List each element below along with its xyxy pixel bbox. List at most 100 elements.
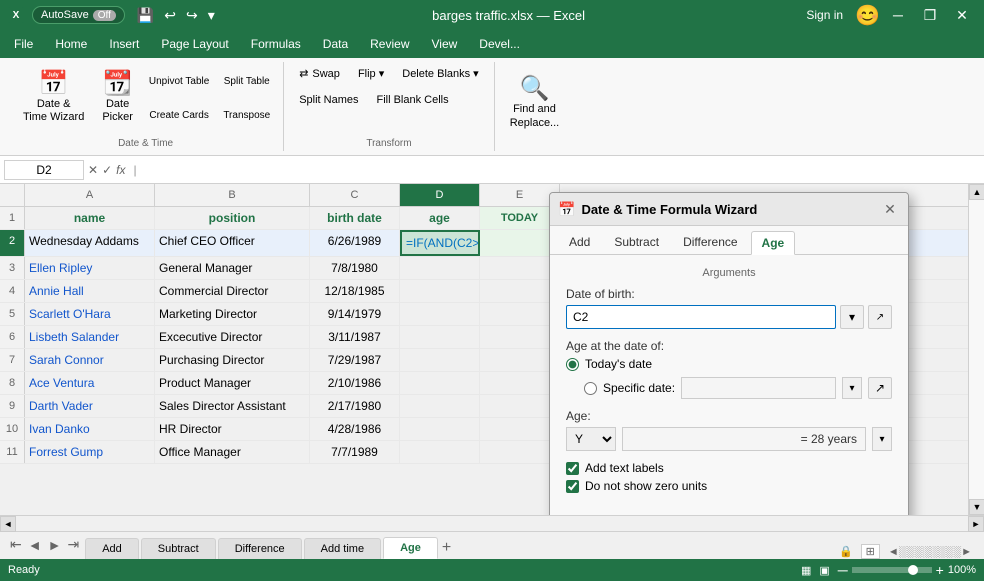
zoom-level: 100% <box>948 564 976 576</box>
flip-button[interactable]: Flip ▾ <box>351 64 391 83</box>
radio-specific-input[interactable] <box>584 382 597 395</box>
autosave-state[interactable]: Off <box>93 10 116 21</box>
split-table-button[interactable]: Split Table <box>218 65 275 97</box>
quick-access-dropdown[interactable]: ▾ <box>204 5 219 26</box>
minimize-button[interactable]: ─ <box>884 3 912 27</box>
close-window-button[interactable]: ✕ <box>948 3 976 27</box>
date-picker-button[interactable]: 📆 DatePicker <box>95 64 140 132</box>
scroll-lock-icon: 🔒 <box>839 545 853 558</box>
save-button[interactable]: 💾 <box>133 5 158 26</box>
name-box[interactable] <box>4 160 84 180</box>
excel-icon: X <box>8 7 24 23</box>
app-title: barges traffic.xlsx — Excel <box>219 8 799 23</box>
sign-in-button[interactable]: Sign in <box>798 6 851 24</box>
specific-date-picker[interactable]: ↗ <box>868 377 892 399</box>
delete-blanks-button[interactable]: Delete Blanks ▾ <box>395 64 485 83</box>
checkbox-zero-units-item[interactable]: Do not show zero units <box>566 479 892 493</box>
formula-separator: | <box>129 163 140 177</box>
scroll-lock-btn[interactable]: ⊞ <box>861 544 880 559</box>
dialog-close-button[interactable]: ✕ <box>880 199 900 219</box>
dob-dropdown-button[interactable]: ▾ <box>840 305 864 329</box>
cancel-formula-icon[interactable]: ✕ <box>88 163 98 177</box>
age-unit-row: Y M D = 28 years ▾ <box>566 427 892 451</box>
checkbox-zero-units[interactable] <box>566 480 579 493</box>
dob-input[interactable] <box>566 305 836 329</box>
swap-button[interactable]: ⇄ Swap <box>292 64 347 83</box>
menu-page-layout[interactable]: Page Layout <box>151 33 238 55</box>
create-cards-button[interactable]: Create Cards <box>144 99 214 131</box>
sheet-tab-age[interactable]: Age <box>383 537 438 559</box>
specific-date-input[interactable] <box>681 377 836 399</box>
dialog-overlay: 📅 Date & Time Formula Wizard ✕ Add Subtr… <box>0 184 984 515</box>
menu-review[interactable]: Review <box>360 33 419 55</box>
dialog-content: Arguments Date of birth: ▾ ↗ Age at the … <box>550 255 908 515</box>
tab-nav-first[interactable]: ⇤ <box>8 534 24 555</box>
menu-developer[interactable]: Devel... <box>469 33 530 55</box>
tab-nav-last[interactable]: ⇥ <box>65 534 81 555</box>
tab-nav-prev[interactable]: ◄ <box>26 535 44 555</box>
menu-file[interactable]: File <box>4 33 43 55</box>
specific-date-dropdown[interactable]: ▾ <box>842 377 862 399</box>
menu-insert[interactable]: Insert <box>99 33 149 55</box>
calendar-wizard-icon: 📅 <box>39 72 69 96</box>
sheet-tab-add-time[interactable]: Add time <box>304 538 381 559</box>
transform-row1: ⇄ Swap Flip ▾ Delete Blanks ▾ <box>292 64 486 83</box>
transpose-button[interactable]: Transpose <box>218 99 275 131</box>
horizontal-scrollbar[interactable]: ◄ ► <box>0 515 984 531</box>
radio-specific-item[interactable]: Specific date: <box>584 381 675 395</box>
menu-formulas[interactable]: Formulas <box>241 33 311 55</box>
title-bar: X AutoSave Off 💾 ↩ ↪ ▾ barges traffic.xl… <box>0 0 984 30</box>
add-sheet-button[interactable]: + <box>440 537 453 559</box>
split-names-button[interactable]: Split Names <box>292 91 365 109</box>
user-avatar[interactable]: 😊 <box>855 3 880 28</box>
radio-specific-label: Specific date: <box>603 381 675 395</box>
age-unit-dropdown[interactable]: ▾ <box>872 427 892 451</box>
dob-input-row: ▾ ↗ <box>566 305 892 329</box>
checkbox-group: Add text labels Do not show zero units <box>566 461 892 493</box>
fill-blank-cells-button[interactable]: Fill Blank Cells <box>369 91 455 109</box>
insert-function-icon[interactable]: fx <box>116 163 125 177</box>
age-unit-select[interactable]: Y M D <box>566 427 616 451</box>
sheet-tabs: ⇤ ◄ ► ⇥ Add Subtract Difference Add time… <box>0 531 984 559</box>
menu-home[interactable]: Home <box>45 33 97 55</box>
dialog-tab-subtract[interactable]: Subtract <box>603 230 670 254</box>
radio-today-input[interactable] <box>566 358 579 371</box>
unpivot-table-button[interactable]: Unpivot Table <box>144 65 214 97</box>
datetime-group-label: Date & Time <box>118 134 173 149</box>
confirm-formula-icon[interactable]: ✓ <box>102 163 112 177</box>
menu-data[interactable]: Data <box>313 33 358 55</box>
find-replace-label: Find andReplace... <box>510 103 560 129</box>
scroll-right-button[interactable]: ► <box>968 516 984 532</box>
zoom-in-button[interactable]: + <box>936 562 944 578</box>
ribbon: 📅 Date &Time Wizard 📆 DatePicker Unpivot… <box>0 58 984 156</box>
sheet-tab-add[interactable]: Add <box>85 538 139 559</box>
dob-picker-button[interactable]: ↗ <box>868 305 892 329</box>
menu-view[interactable]: View <box>422 33 468 55</box>
redo-button[interactable]: ↪ <box>182 5 202 26</box>
checkbox-text-labels-label: Add text labels <box>585 461 664 475</box>
status-bar: Ready ▦ ▣ ─ + 100% <box>0 559 984 581</box>
zoom-out-button[interactable]: ─ <box>838 562 848 578</box>
dialog-tab-difference[interactable]: Difference <box>672 230 748 254</box>
sheet-tab-difference[interactable]: Difference <box>218 538 302 559</box>
dialog-tab-add[interactable]: Add <box>558 230 601 254</box>
quick-access: 💾 ↩ ↪ ▾ <box>133 5 219 26</box>
checkbox-text-labels[interactable] <box>566 462 579 475</box>
zoom-slider[interactable] <box>852 567 932 573</box>
find-replace-button[interactable]: 🔍 Find andReplace... <box>503 70 567 138</box>
date-time-wizard-button[interactable]: 📅 Date &Time Wizard <box>16 64 91 132</box>
dialog-tabs: Add Subtract Difference Age <box>550 226 908 255</box>
undo-button[interactable]: ↩ <box>160 5 180 26</box>
find-replace-icon: 🔍 <box>520 77 550 101</box>
checkbox-text-labels-item[interactable]: Add text labels <box>566 461 892 475</box>
formula-input[interactable]: =IF(AND(C2>TODAY()),DATEDIF(IF(C2<TODAY(… <box>145 163 980 177</box>
checkbox-zero-units-label: Do not show zero units <box>585 479 707 493</box>
sheet-tab-subtract[interactable]: Subtract <box>141 538 216 559</box>
dialog-tab-age[interactable]: Age <box>751 231 796 255</box>
transform-row2: Split Names Fill Blank Cells <box>292 91 455 109</box>
age-result-text: = 28 years <box>801 432 857 446</box>
radio-today-item[interactable]: Today's date <box>566 357 892 371</box>
tab-nav-next[interactable]: ► <box>46 535 64 555</box>
restore-button[interactable]: ❐ <box>916 3 944 27</box>
ribbon-group-find: 🔍 Find andReplace... <box>495 62 575 151</box>
